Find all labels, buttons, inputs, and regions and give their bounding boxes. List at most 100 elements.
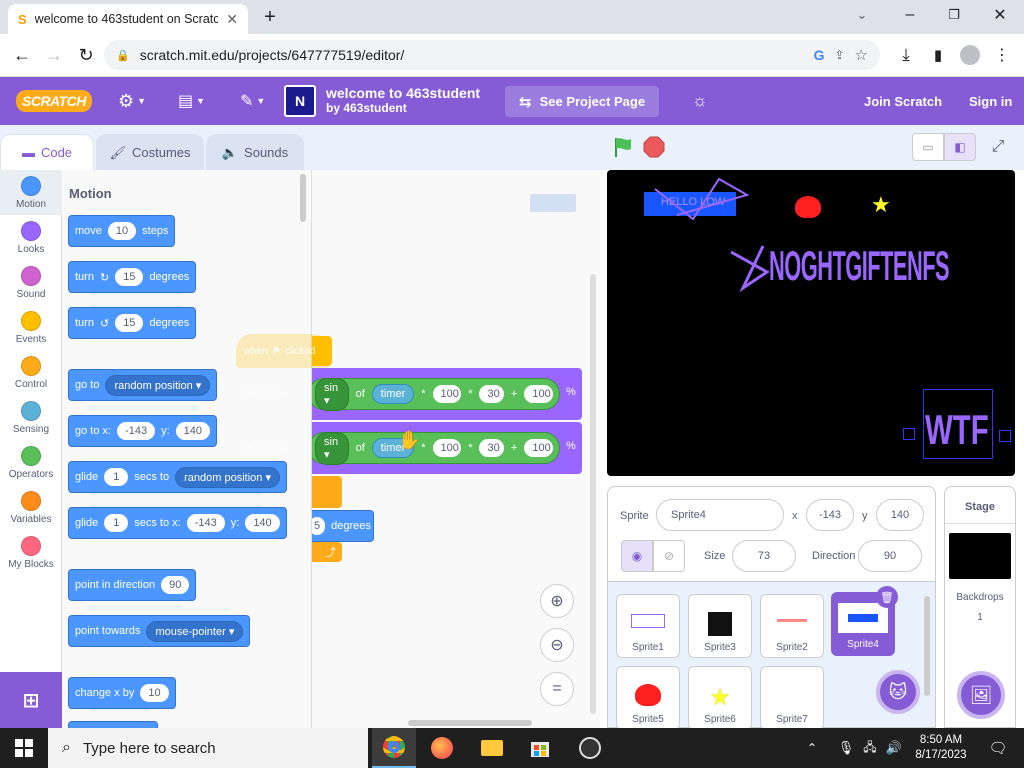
- browser-tab[interactable]: S welcome to 463student on Scratch ✕: [8, 4, 248, 34]
- timer-reporter-1[interactable]: timer: [371, 384, 415, 404]
- choose-sprite-button[interactable]: 🐱: [876, 670, 920, 714]
- goto-dropdown[interactable]: random position ▾: [105, 374, 211, 396]
- download-icon[interactable]: ⤓: [892, 41, 920, 69]
- share-icon[interactable]: ⇪: [834, 48, 844, 62]
- bookmark-star-icon[interactable]: ☆: [855, 46, 868, 64]
- category-my-blocks[interactable]: My Blocks: [0, 530, 62, 575]
- direction-input[interactable]: 90: [858, 540, 922, 572]
- category-motion[interactable]: Motion: [0, 170, 62, 215]
- turn-block-in-workspace[interactable]: 5 degrees: [312, 510, 374, 542]
- size-input[interactable]: 73: [732, 540, 796, 572]
- chrome-taskbar-icon[interactable]: [372, 728, 416, 768]
- side-panel-icon[interactable]: ▮: [924, 41, 952, 69]
- show-sprite-button[interactable]: ◉: [621, 540, 653, 572]
- app-taskbar-icon[interactable]: [568, 728, 612, 768]
- address-bar[interactable]: 🔒 scratch.mit.edu/projects/647777519/edi…: [104, 40, 880, 70]
- block-point-in-direction[interactable]: point in direction 90: [68, 569, 197, 601]
- math-op-dropdown-2[interactable]: sin ▾: [315, 431, 349, 465]
- file-menu-icon[interactable]: ▤ ▼: [178, 77, 205, 125]
- sprite-name-input[interactable]: Sprite4: [656, 499, 784, 531]
- windows-start-icon[interactable]: [2, 728, 46, 768]
- point-towards-dropdown[interactable]: mouse-pointer ▾: [146, 620, 244, 642]
- zoom-out-button[interactable]: ⊖: [540, 628, 574, 662]
- sprite-tile-6[interactable]: ★ Sprite6: [688, 666, 752, 730]
- category-control[interactable]: Control: [0, 350, 62, 395]
- network-icon[interactable]: 🖧: [858, 728, 882, 768]
- google-icon[interactable]: G: [814, 47, 825, 63]
- backdrop-thumbnail[interactable]: [949, 533, 1011, 579]
- firefox-taskbar-icon[interactable]: [420, 728, 464, 768]
- scratch-logo[interactable]: SCRATCH: [16, 77, 92, 125]
- category-variables[interactable]: Variables: [0, 485, 62, 530]
- microsoft-store-icon[interactable]: [518, 728, 562, 768]
- set-size-block-1[interactable]: sin ▾ of timer * 100 * 30 + 100 %: [312, 368, 582, 420]
- sprite-tile-7[interactable]: Sprite7: [760, 666, 824, 730]
- green-flag-icon[interactable]: [612, 136, 634, 158]
- sign-in-link[interactable]: Sign in: [969, 77, 1012, 125]
- workspace-horizontal-scrollbar[interactable]: [408, 720, 532, 726]
- fullscreen-icon[interactable]: ⤢: [984, 133, 1012, 161]
- close-window-icon[interactable]: ✕: [986, 1, 1014, 29]
- set-size-block-2[interactable]: sin ▾ of timer * 100 * 30 + 100 %: [312, 422, 582, 474]
- add-extension-button[interactable]: ⊞: [0, 672, 62, 728]
- turbo-mode-lightbulb-icon[interactable]: ☼: [692, 77, 708, 125]
- sprite-tile-1[interactable]: Sprite1: [616, 594, 680, 658]
- small-stage-button[interactable]: ▭: [912, 133, 944, 161]
- show-hidden-icons-chevron-icon[interactable]: ⌃: [800, 728, 824, 768]
- sprite-tile-5[interactable]: Sprite5: [616, 666, 680, 730]
- forward-arrow-icon[interactable]: →: [40, 41, 68, 69]
- profile-avatar-icon[interactable]: [956, 41, 984, 69]
- block-turn-right[interactable]: turn ↻ 15 degrees: [68, 261, 197, 293]
- zoom-in-button[interactable]: ⊕: [540, 584, 574, 618]
- reload-icon[interactable]: ↻: [72, 41, 100, 69]
- block-partial[interactable]: [68, 721, 158, 728]
- close-tab-icon[interactable]: ✕: [226, 11, 238, 28]
- sprite-tile-3[interactable]: Sprite3: [688, 594, 752, 658]
- minimize-window-icon[interactable]: –: [896, 1, 924, 29]
- restore-window-icon[interactable]: ❐: [940, 1, 968, 29]
- taskbar-search-box[interactable]: ⌕ Type here to search: [48, 728, 368, 768]
- project-author[interactable]: by 463student: [326, 101, 480, 116]
- multiply-operator-2[interactable]: sin ▾ of timer * 100 * 30 + 100: [312, 431, 560, 465]
- block-point-towards[interactable]: point towards mouse-pointer ▾: [68, 615, 251, 647]
- large-stage-button[interactable]: ◧: [944, 133, 976, 161]
- block-move-steps[interactable]: move 10 steps: [68, 215, 176, 247]
- workspace-vertical-scrollbar[interactable]: [590, 274, 596, 714]
- settings-menu-gear-icon[interactable]: ⚙ ▼: [118, 77, 146, 125]
- delete-sprite-button[interactable]: 🗑: [876, 586, 898, 608]
- sprite-tile-2[interactable]: Sprite2: [760, 594, 824, 658]
- new-tab-button[interactable]: +: [256, 3, 284, 31]
- block-go-to[interactable]: go to random position ▾: [68, 369, 218, 401]
- sprite-list-scrollbar[interactable]: [924, 596, 930, 696]
- glide-dropdown[interactable]: random position ▾: [175, 466, 280, 488]
- join-scratch-link[interactable]: Join Scratch: [864, 77, 942, 125]
- microphone-icon[interactable]: 🎙: [834, 728, 858, 768]
- block-change-x[interactable]: change x by 10: [68, 677, 176, 709]
- tab-costumes[interactable]: 🖌 Costumes: [96, 134, 204, 170]
- hide-sprite-button[interactable]: ⊘: [653, 540, 685, 572]
- stage-star-sprite[interactable]: ★: [871, 192, 891, 218]
- x-input[interactable]: -143: [806, 499, 854, 531]
- category-sensing[interactable]: Sensing: [0, 395, 62, 440]
- block-turn-left[interactable]: turn ↺ 15 degrees: [68, 307, 197, 339]
- category-events[interactable]: Events: [0, 305, 62, 350]
- tab-sounds[interactable]: 🔈 Sounds: [206, 134, 304, 170]
- choose-backdrop-button[interactable]: 🖼: [957, 671, 1005, 719]
- category-sound[interactable]: Sound: [0, 260, 62, 305]
- chrome-menu-icon[interactable]: ⋮: [988, 41, 1016, 69]
- stop-sign-icon[interactable]: [643, 136, 665, 158]
- tab-code[interactable]: ▬ Code: [0, 134, 94, 170]
- y-input[interactable]: 140: [876, 499, 924, 531]
- stage-canvas[interactable]: HELLO LOW ★ NOGHTGIFTENFS WTF: [607, 170, 1015, 476]
- palette-scrollbar[interactable]: [300, 174, 306, 222]
- project-thumbnail[interactable]: N: [284, 85, 316, 117]
- edit-menu-pencil-icon[interactable]: ✎ ▼: [240, 77, 265, 125]
- back-arrow-icon[interactable]: ←: [8, 41, 36, 69]
- file-explorer-icon[interactable]: [470, 728, 514, 768]
- notification-center-icon[interactable]: 🗨: [976, 728, 1020, 768]
- code-workspace[interactable]: sin ▾ of timer * 100 * 30 + 100 % sin ▾ …: [312, 170, 600, 728]
- block-go-to-xy[interactable]: go to x: -143 y: 140: [68, 415, 218, 447]
- category-operators[interactable]: Operators: [0, 440, 62, 485]
- math-op-dropdown-1[interactable]: sin ▾: [315, 377, 349, 411]
- clock[interactable]: 8:50 AM 8/17/2023: [906, 728, 976, 768]
